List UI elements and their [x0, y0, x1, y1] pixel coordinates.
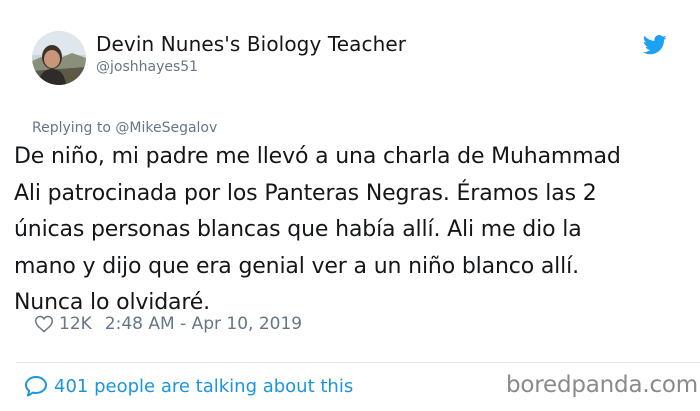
twitter-bird-icon[interactable] — [643, 35, 667, 55]
watermark: boredpanda.com — [506, 372, 698, 398]
tweet-text: De niño, mi padre me llevó a una charla … — [14, 144, 621, 315]
conversation-link[interactable]: 401 people are talking about this — [24, 374, 353, 398]
replying-to: Replying to @MikeSegalov — [32, 120, 218, 136]
like-count[interactable]: 12K — [59, 314, 92, 334]
tweet-meta: 12K 2:48 AM - Apr 10, 2019 — [34, 312, 302, 336]
display-name[interactable]: Devin Nunes's Biology Teacher — [96, 32, 406, 56]
conversation-count[interactable]: 401 people are talking about this — [54, 376, 353, 397]
user-handle[interactable]: @joshhayes51 — [96, 59, 198, 75]
comment-icon — [25, 376, 47, 397]
timestamp[interactable]: 2:48 AM - Apr 10, 2019 — [105, 314, 302, 334]
heart-icon[interactable] — [34, 314, 54, 334]
divider — [16, 362, 700, 363]
avatar[interactable] — [32, 31, 86, 85]
